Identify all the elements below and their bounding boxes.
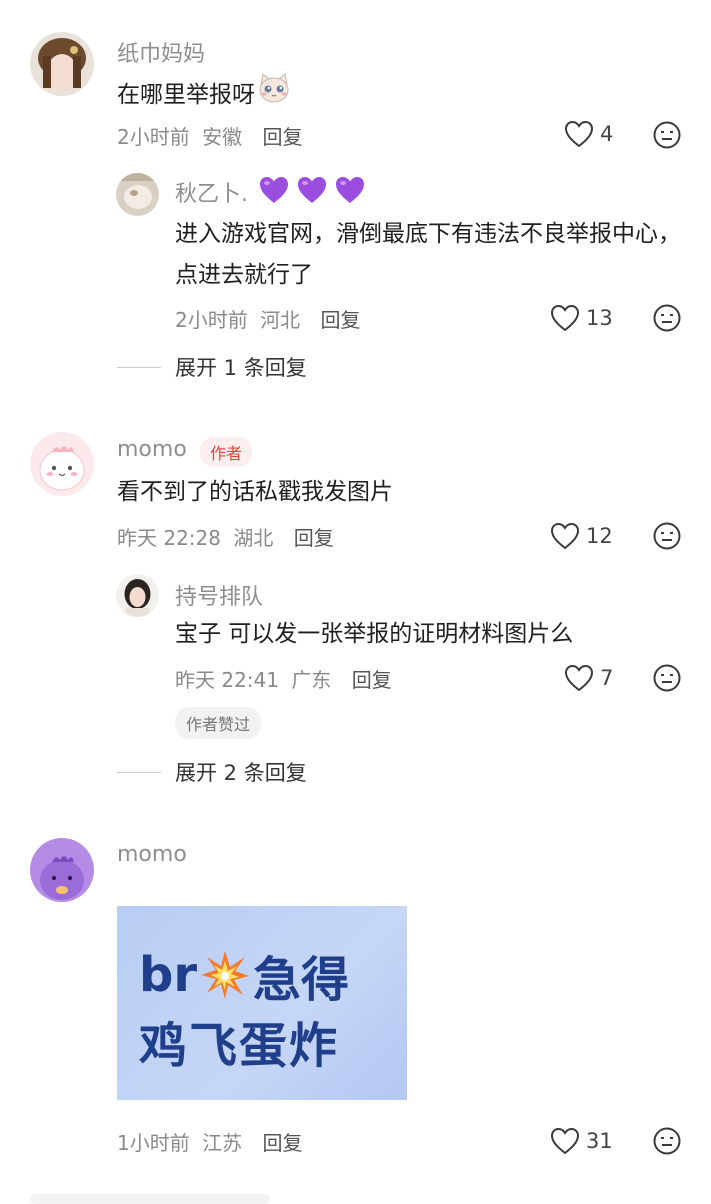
reply-button[interactable]: 回复 xyxy=(320,308,360,332)
reply-text: 进入游戏官网，滑倒最底下有违法不良举报中心，点进去就行了 xyxy=(175,221,681,288)
avatar[interactable] xyxy=(116,574,159,617)
neutral-face-icon xyxy=(653,304,681,332)
image-text-line2: 鸡飞蛋炸 xyxy=(139,1018,340,1074)
image-text-line1-a: br xyxy=(139,947,198,1003)
like-button[interactable]: 4 xyxy=(564,120,613,148)
comment-meta: 2小时前 安徽 回复 xyxy=(117,121,302,150)
reply-button[interactable]: 回复 xyxy=(262,1131,302,1155)
explosion-icon xyxy=(201,951,250,999)
heart-outline-icon xyxy=(550,522,580,550)
neutral-face-icon xyxy=(653,121,681,149)
heart-outline-icon xyxy=(564,120,594,148)
like-count: 12 xyxy=(586,524,613,548)
comment-image[interactable]: br 急得 鸡飞蛋炸 xyxy=(117,906,407,1100)
expand-replies-label: 展开 1 条回复 xyxy=(175,356,307,380)
purple-heart-icon xyxy=(336,177,364,203)
reply-button[interactable]: 回复 xyxy=(262,125,302,149)
reply-username-text[interactable]: 秋乙卜. xyxy=(175,176,248,208)
like-button[interactable]: 13 xyxy=(550,304,613,332)
like-button[interactable]: 31 xyxy=(550,1127,613,1155)
comment-location: 安徽 xyxy=(202,125,243,149)
like-button[interactable]: 12 xyxy=(550,522,613,550)
divider xyxy=(117,771,161,773)
comment-username[interactable]: momo xyxy=(117,842,187,867)
heart-outline-icon xyxy=(564,664,594,692)
like-count: 7 xyxy=(600,666,614,690)
reply-meta: 昨天 22:41 广东 回复 xyxy=(175,664,392,693)
purple-heart-icon xyxy=(298,177,326,203)
avatar[interactable] xyxy=(30,838,94,902)
author-badge: 作者 xyxy=(200,437,253,467)
comment-time: 2小时前 xyxy=(117,125,190,149)
like-count: 31 xyxy=(586,1129,613,1153)
expand-replies-button[interactable]: 展开 1 条回复 xyxy=(117,352,307,382)
reply-button[interactable]: 回复 xyxy=(352,668,392,692)
comment-text-body: 在哪里举报呀 xyxy=(117,81,255,108)
comment-text: 看不到了的话私戳我发图片 xyxy=(117,479,393,505)
avatar[interactable] xyxy=(116,173,159,216)
divider xyxy=(117,366,161,368)
neutral-face-icon xyxy=(653,522,681,550)
dislike-button[interactable] xyxy=(653,121,681,153)
cat-emoji-icon xyxy=(257,71,291,119)
neutral-face-icon xyxy=(653,664,681,692)
next-comment-placeholder xyxy=(30,1194,270,1204)
purple-hearts xyxy=(258,175,366,205)
neutral-face-icon xyxy=(653,1127,681,1155)
reply-username[interactable]: 持号排队 xyxy=(175,579,263,611)
comment-username[interactable]: momo xyxy=(117,437,187,462)
comment-location: 江苏 xyxy=(202,1131,243,1155)
comment-time: 昨天 22:28 xyxy=(117,526,221,550)
comment-text: 在哪里举报呀 xyxy=(117,71,291,119)
comment-time: 1小时前 xyxy=(117,1131,190,1155)
dislike-button[interactable] xyxy=(653,304,681,336)
author-liked-badge: 作者赞过 xyxy=(175,707,262,739)
reply-meta: 2小时前 河北 回复 xyxy=(175,304,360,333)
heart-outline-icon xyxy=(550,1127,580,1155)
expand-replies-button[interactable]: 展开 2 条回复 xyxy=(117,757,307,787)
dislike-button[interactable] xyxy=(653,664,681,696)
like-button[interactable]: 7 xyxy=(564,664,613,692)
dislike-button[interactable] xyxy=(653,522,681,554)
reply-username: 秋乙卜. xyxy=(175,176,248,208)
purple-heart-icon xyxy=(260,177,288,203)
like-count: 4 xyxy=(600,122,614,146)
reply-location: 河北 xyxy=(260,308,301,332)
reply-button[interactable]: 回复 xyxy=(294,526,334,550)
comment-location: 湖北 xyxy=(233,526,274,550)
avatar[interactable] xyxy=(30,32,94,96)
avatar[interactable] xyxy=(30,432,94,496)
like-count: 13 xyxy=(586,306,613,330)
reply-time: 昨天 22:41 xyxy=(175,668,279,692)
heart-outline-icon xyxy=(550,304,580,332)
reply-text: 宝子 可以发一张举报的证明材料图片么 xyxy=(175,621,574,647)
image-text-line1: br 急得 xyxy=(139,940,349,1010)
comment-meta: 1小时前 江苏 回复 xyxy=(117,1127,302,1156)
comment-meta: 昨天 22:28 湖北 回复 xyxy=(117,522,334,551)
expand-replies-label: 展开 2 条回复 xyxy=(175,761,307,785)
image-text-line1-b: 急得 xyxy=(253,952,350,1008)
comment-username[interactable]: 纸巾妈妈 xyxy=(117,36,205,68)
reply-location: 广东 xyxy=(291,668,332,692)
reply-time: 2小时前 xyxy=(175,308,248,332)
dislike-button[interactable] xyxy=(653,1127,681,1159)
